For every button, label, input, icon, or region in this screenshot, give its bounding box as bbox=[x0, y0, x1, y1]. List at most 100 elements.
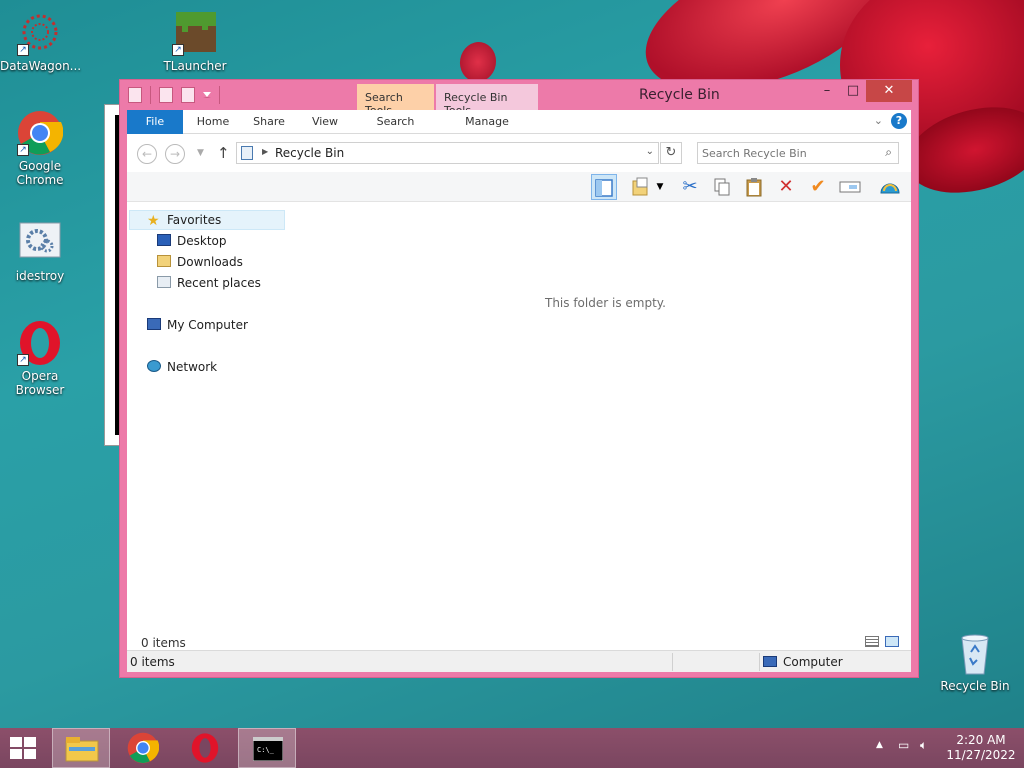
nav-network[interactable]: Network bbox=[147, 357, 217, 377]
desktop-icon-label: Recycle Bin bbox=[940, 679, 1010, 693]
nav-network-label: Network bbox=[167, 360, 218, 374]
opera-icon: ↗ bbox=[17, 320, 63, 366]
breadcrumb-recycle-bin[interactable]: Recycle Bin bbox=[275, 146, 344, 160]
address-dropdown-icon[interactable]: ⌄ bbox=[646, 146, 654, 157]
desktop-icon-idestroy[interactable]: idestroy bbox=[0, 220, 80, 283]
windows-logo-icon bbox=[10, 737, 22, 747]
taskbar-command-prompt[interactable]: C:\_ bbox=[238, 728, 296, 768]
large-icons-view-icon[interactable] bbox=[885, 636, 899, 647]
recent-locations-dropdown-icon[interactable]: ▼ bbox=[197, 148, 204, 158]
cut-icon[interactable]: ✂ bbox=[677, 174, 703, 200]
customize-toolbar-dropdown-icon[interactable] bbox=[203, 92, 211, 98]
address-row: ← → ▼ ↑ ▶ Recycle Bin ⌄ ↻ ⌕ bbox=[127, 134, 911, 172]
desktop-icon-tlauncher[interactable]: ↗ TLauncher bbox=[155, 10, 235, 73]
tab-file[interactable]: File bbox=[127, 110, 183, 134]
refresh-button[interactable]: ↻ bbox=[660, 142, 682, 164]
context-tab-search-tools: Search Tools bbox=[357, 84, 434, 117]
volume-icon[interactable]: 🔈︎ bbox=[920, 738, 927, 753]
explorer-content: ← → ▼ ↑ ▶ Recycle Bin ⌄ ↻ ⌕ ▼ bbox=[127, 134, 911, 671]
preview-pane-button[interactable] bbox=[591, 174, 617, 200]
address-bar[interactable]: ▶ Recycle Bin ⌄ bbox=[236, 142, 659, 164]
search-box[interactable]: ⌕ bbox=[697, 142, 899, 164]
toolbar-separator bbox=[150, 86, 151, 104]
shortcut-arrow-icon: ↗ bbox=[17, 354, 29, 366]
help-icon[interactable]: ? bbox=[891, 113, 907, 129]
rename-icon[interactable] bbox=[837, 174, 863, 200]
ribbon-expand-chevron-icon[interactable]: ⌄ bbox=[874, 114, 883, 127]
empty-folder-message: This folder is empty. bbox=[545, 296, 666, 310]
desktop-folder-icon bbox=[157, 234, 171, 246]
tab-search[interactable]: Search bbox=[357, 110, 434, 134]
maximize-button[interactable]: □ bbox=[840, 80, 866, 102]
folder-options-icon[interactable] bbox=[629, 174, 655, 200]
close-button[interactable]: ✕ bbox=[866, 80, 912, 102]
taskbar-chrome[interactable] bbox=[114, 728, 172, 768]
back-button[interactable]: ← bbox=[137, 144, 157, 164]
new-folder-icon[interactable] bbox=[181, 87, 195, 103]
tab-view[interactable]: View bbox=[297, 110, 353, 134]
navigation-pane: ★ Favorites Desktop Downloads Recent plac… bbox=[127, 202, 287, 632]
desktop-icon-opera[interactable]: ↗ Opera Browser bbox=[0, 320, 80, 397]
delete-icon[interactable]: ✕ bbox=[773, 174, 799, 200]
search-input[interactable] bbox=[702, 145, 872, 161]
minimize-button[interactable]: – bbox=[814, 80, 840, 102]
taskbar: C:\_ ▲ ▭ 🔈︎ 2:20 AM 11/27/2022 bbox=[0, 728, 1024, 768]
forward-button[interactable]: → bbox=[165, 144, 185, 164]
idestroy-icon bbox=[17, 220, 63, 266]
up-button[interactable]: ↑ bbox=[217, 144, 230, 162]
status-location-label: Computer bbox=[783, 655, 843, 669]
tab-home[interactable]: Home bbox=[185, 110, 241, 134]
network-icon bbox=[147, 360, 161, 372]
file-explorer-icon bbox=[65, 737, 99, 762]
nav-my-computer[interactable]: My Computer bbox=[147, 315, 248, 335]
desktop-icon-label: TLauncher bbox=[163, 59, 227, 73]
tab-manage[interactable]: Manage bbox=[436, 110, 538, 134]
nav-desktop[interactable]: Desktop bbox=[157, 231, 227, 251]
tab-share[interactable]: Share bbox=[241, 110, 297, 134]
status-divider bbox=[759, 653, 760, 671]
taskbar-opera[interactable] bbox=[176, 728, 234, 768]
properties-icon[interactable] bbox=[159, 87, 173, 103]
recycle-bin-icon bbox=[952, 630, 998, 676]
recycle-bin-location-icon bbox=[241, 146, 253, 160]
shortcut-arrow-icon: ↗ bbox=[172, 44, 184, 56]
desktop-icon-chrome[interactable]: ↗ Google Chrome bbox=[0, 110, 80, 187]
nav-favorites[interactable]: ★ Favorites bbox=[147, 210, 221, 230]
network-tray-icon[interactable]: ▭ bbox=[898, 738, 909, 752]
search-icon[interactable]: ⌕ bbox=[885, 145, 892, 160]
desktop-icon-label: idestroy bbox=[15, 269, 65, 283]
nav-downloads[interactable]: Downloads bbox=[157, 252, 243, 272]
folder-options-dropdown-icon[interactable]: ▼ bbox=[653, 174, 667, 200]
opera-icon bbox=[191, 733, 219, 763]
show-hidden-icons-button[interactable]: ▲ bbox=[876, 740, 883, 750]
taskbar-file-explorer[interactable] bbox=[52, 728, 110, 768]
shortcut-arrow-icon: ↗ bbox=[17, 44, 29, 56]
status-location: Computer bbox=[763, 655, 843, 669]
content-item-count: 0 items bbox=[141, 636, 186, 650]
system-clock[interactable]: 2:20 AM 11/27/2022 bbox=[946, 733, 1016, 763]
toolbar-separator bbox=[219, 86, 220, 104]
desktop-icon-label: Opera Browser bbox=[15, 369, 65, 397]
windows-logo-icon bbox=[24, 737, 36, 747]
explorer-window[interactable]: Search Tools Recycle Bin Tools Recycle B… bbox=[119, 79, 919, 678]
star-icon: ★ bbox=[147, 213, 160, 229]
breadcrumb-arrow-icon[interactable]: ▶ bbox=[262, 147, 268, 156]
windows-logo-icon bbox=[10, 749, 22, 759]
recycle-bin-small-icon[interactable] bbox=[128, 87, 142, 103]
desktop-icon-datawagon[interactable]: ↗ DataWagon... bbox=[0, 10, 81, 73]
desktop-icon-recycle-bin[interactable]: Recycle Bin bbox=[935, 630, 1015, 693]
nav-recent-places[interactable]: Recent places bbox=[157, 273, 261, 293]
svg-text:C:\_: C:\_ bbox=[257, 746, 275, 754]
check-icon[interactable]: ✔ bbox=[805, 174, 831, 200]
copy-icon[interactable] bbox=[709, 174, 735, 200]
paste-icon[interactable] bbox=[741, 174, 767, 200]
start-button[interactable] bbox=[10, 737, 38, 759]
computer-icon bbox=[147, 318, 161, 330]
wallpaper-petal bbox=[456, 39, 500, 85]
details-view-icon[interactable] bbox=[865, 636, 879, 647]
command-toolbar: ▼ ✂ ✕ ✔ bbox=[127, 172, 911, 202]
globe-icon[interactable] bbox=[877, 174, 903, 200]
title-bar[interactable]: Search Tools Recycle Bin Tools Recycle B… bbox=[120, 80, 918, 117]
windows-logo-icon bbox=[24, 749, 36, 759]
computer-icon bbox=[763, 656, 777, 667]
